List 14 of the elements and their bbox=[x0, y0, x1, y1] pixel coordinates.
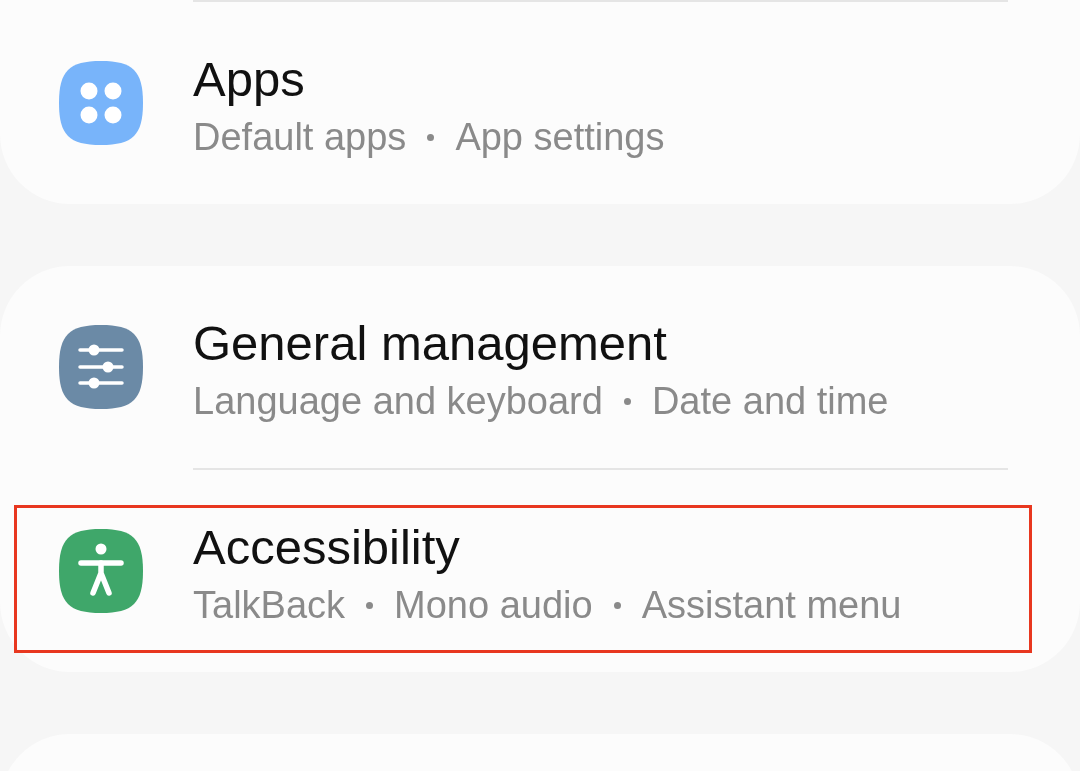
subtitle-text: Mono audio bbox=[394, 583, 593, 628]
item-title[interactable]: Accessibility bbox=[193, 518, 902, 576]
separator-dot-icon bbox=[366, 601, 374, 609]
subtitle-text: TalkBack bbox=[193, 583, 346, 628]
subtitle-text: Assistant menu bbox=[641, 583, 902, 628]
subtitle-text: Default apps bbox=[193, 115, 407, 160]
item-title[interactable]: Apps bbox=[193, 50, 665, 108]
subtitle-text: Language and keyboard bbox=[193, 379, 603, 424]
subtitle-text: Date and time bbox=[651, 379, 889, 424]
separator-dot-icon bbox=[427, 133, 435, 141]
separator-dot-icon bbox=[623, 397, 631, 405]
separator-dot-icon bbox=[613, 601, 621, 609]
subtitle-text: App settings bbox=[455, 115, 665, 160]
item-title[interactable]: General management bbox=[193, 314, 889, 372]
